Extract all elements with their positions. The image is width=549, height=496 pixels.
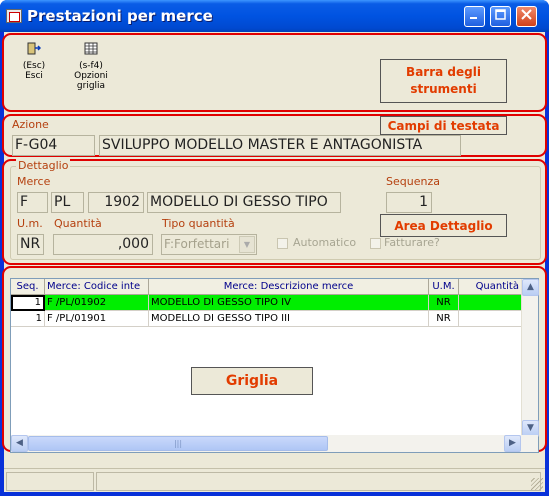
tipo-quantita-select[interactable]: F:Forfettari ▼ [161, 234, 257, 255]
maximize-button[interactable] [490, 6, 511, 27]
table-row[interactable]: 1 F /PL/01902 MODELLO DI GESSO TIPO IV N… [11, 295, 522, 311]
maximize-icon [495, 9, 506, 20]
scroll-right-icon[interactable]: ▶ [504, 435, 521, 452]
automatico-checkbox[interactable] [277, 238, 288, 249]
row1-desc[interactable]: MODELLO DI GESSO TIPO IV [149, 295, 429, 311]
row1-um[interactable]: NR [429, 295, 459, 311]
grid-callout: Griglia [191, 367, 313, 395]
row1-seq[interactable]: 1 [11, 295, 45, 311]
window-title: Prestazioni per merce [27, 7, 213, 25]
toolbar-callout-line1: Barra degli [406, 65, 481, 79]
close-button[interactable] [516, 6, 537, 27]
vertical-scrollbar[interactable]: ▲ ▼ [521, 279, 539, 437]
row2-desc[interactable]: MODELLO DI GESSO TIPO III [149, 311, 429, 327]
row1-code[interactable]: F /PL/01902 [45, 295, 149, 311]
toolbar-callout: Barra degli strumenti [380, 59, 507, 103]
title-bar[interactable]: Prestazioni per merce [0, 0, 549, 32]
um-caption: U.m. [17, 217, 43, 230]
row2-seq[interactable]: 1 [11, 311, 45, 327]
status-pane-2 [96, 472, 541, 491]
header-callout: Campi di testata [380, 116, 507, 135]
tipo-quantita-caption: Tipo quantità [162, 217, 235, 230]
horizontal-scroll-thumb[interactable]: ||| [28, 436, 328, 451]
grid-options-shortcut: (s-f4) [79, 61, 103, 71]
table-row[interactable]: 1 F /PL/01901 MODELLO DI GESSO TIPO III … [11, 311, 522, 327]
row2-qty[interactable] [459, 311, 522, 327]
quantita-caption: Quantità [54, 217, 102, 230]
um-field[interactable]: NR [17, 234, 44, 255]
grid-options-icon [84, 42, 98, 55]
resize-grip-icon[interactable] [531, 478, 543, 490]
minimize-button[interactable] [464, 6, 485, 27]
col-header-quantita[interactable]: Quantità [459, 279, 522, 295]
window-client-area: (Esc) Esci (s-f4) Opzioni griglia Barra … [2, 32, 547, 492]
exit-door-icon [27, 42, 41, 55]
main-window: Prestazioni per merce (Esc) Esci (s-f4) … [0, 0, 549, 496]
scroll-up-icon[interactable]: ▲ [522, 279, 539, 296]
fatturare-checkbox[interactable] [370, 238, 381, 249]
row1-qty[interactable] [459, 295, 522, 311]
merce-type-field[interactable]: F [17, 192, 48, 213]
azione-code-field[interactable]: F-G04 [12, 135, 95, 156]
fatturare-label: Fatturare? [384, 236, 440, 249]
automatico-label: Automatico [293, 236, 357, 249]
horizontal-scrollbar[interactable]: ◀ ||| ▶ [11, 435, 538, 452]
grid-options-label-2: griglia [76, 81, 106, 91]
quantita-field[interactable]: ,000 [53, 234, 153, 255]
row2-code[interactable]: F /PL/01901 [45, 311, 149, 327]
dropdown-arrow-icon[interactable]: ▼ [239, 236, 255, 253]
col-header-descrizione[interactable]: Merce: Descrizione merce [149, 279, 429, 295]
data-grid[interactable]: Seq. Merce: Codice inte Merce: Descrizio… [10, 278, 539, 453]
sequenza-field[interactable]: 1 [386, 192, 432, 213]
merce-group-field[interactable]: PL [51, 192, 84, 213]
col-header-um[interactable]: U.M. [429, 279, 459, 295]
col-header-seq[interactable]: Seq. [11, 279, 45, 295]
exit-tool-button[interactable]: (Esc) Esci [14, 42, 54, 81]
azione-description-field[interactable]: SVILUPPO MODELLO MASTER E ANTAGONISTA [99, 135, 461, 156]
merce-caption: Merce [17, 175, 51, 188]
exit-shortcut: (Esc) [22, 61, 46, 71]
sequenza-caption: Sequenza [386, 175, 440, 188]
status-bar [4, 468, 545, 492]
azione-caption: Azione [12, 118, 49, 131]
detail-group-title: Dettaglio [16, 159, 71, 172]
toolbar-callout-line2: strumenti [410, 82, 477, 96]
tipo-quantita-value: F:Forfettari [164, 237, 230, 251]
merce-number-field[interactable]: 1902 [88, 192, 144, 213]
minimize-icon [470, 17, 477, 19]
row2-um[interactable]: NR [429, 311, 459, 327]
grid-options-label-1: Opzioni [74, 71, 108, 81]
col-header-codice[interactable]: Merce: Codice inte [45, 279, 149, 295]
status-pane-1 [6, 472, 94, 491]
close-icon [521, 9, 532, 20]
exit-label: Esci [25, 71, 43, 81]
scroll-left-icon[interactable]: ◀ [11, 435, 28, 452]
app-icon [6, 9, 22, 23]
merce-description-field[interactable]: MODELLO DI GESSO TIPO [147, 192, 341, 213]
detail-callout: Area Dettaglio [380, 214, 507, 237]
grid-options-tool-button[interactable]: (s-f4) Opzioni griglia [68, 42, 114, 91]
